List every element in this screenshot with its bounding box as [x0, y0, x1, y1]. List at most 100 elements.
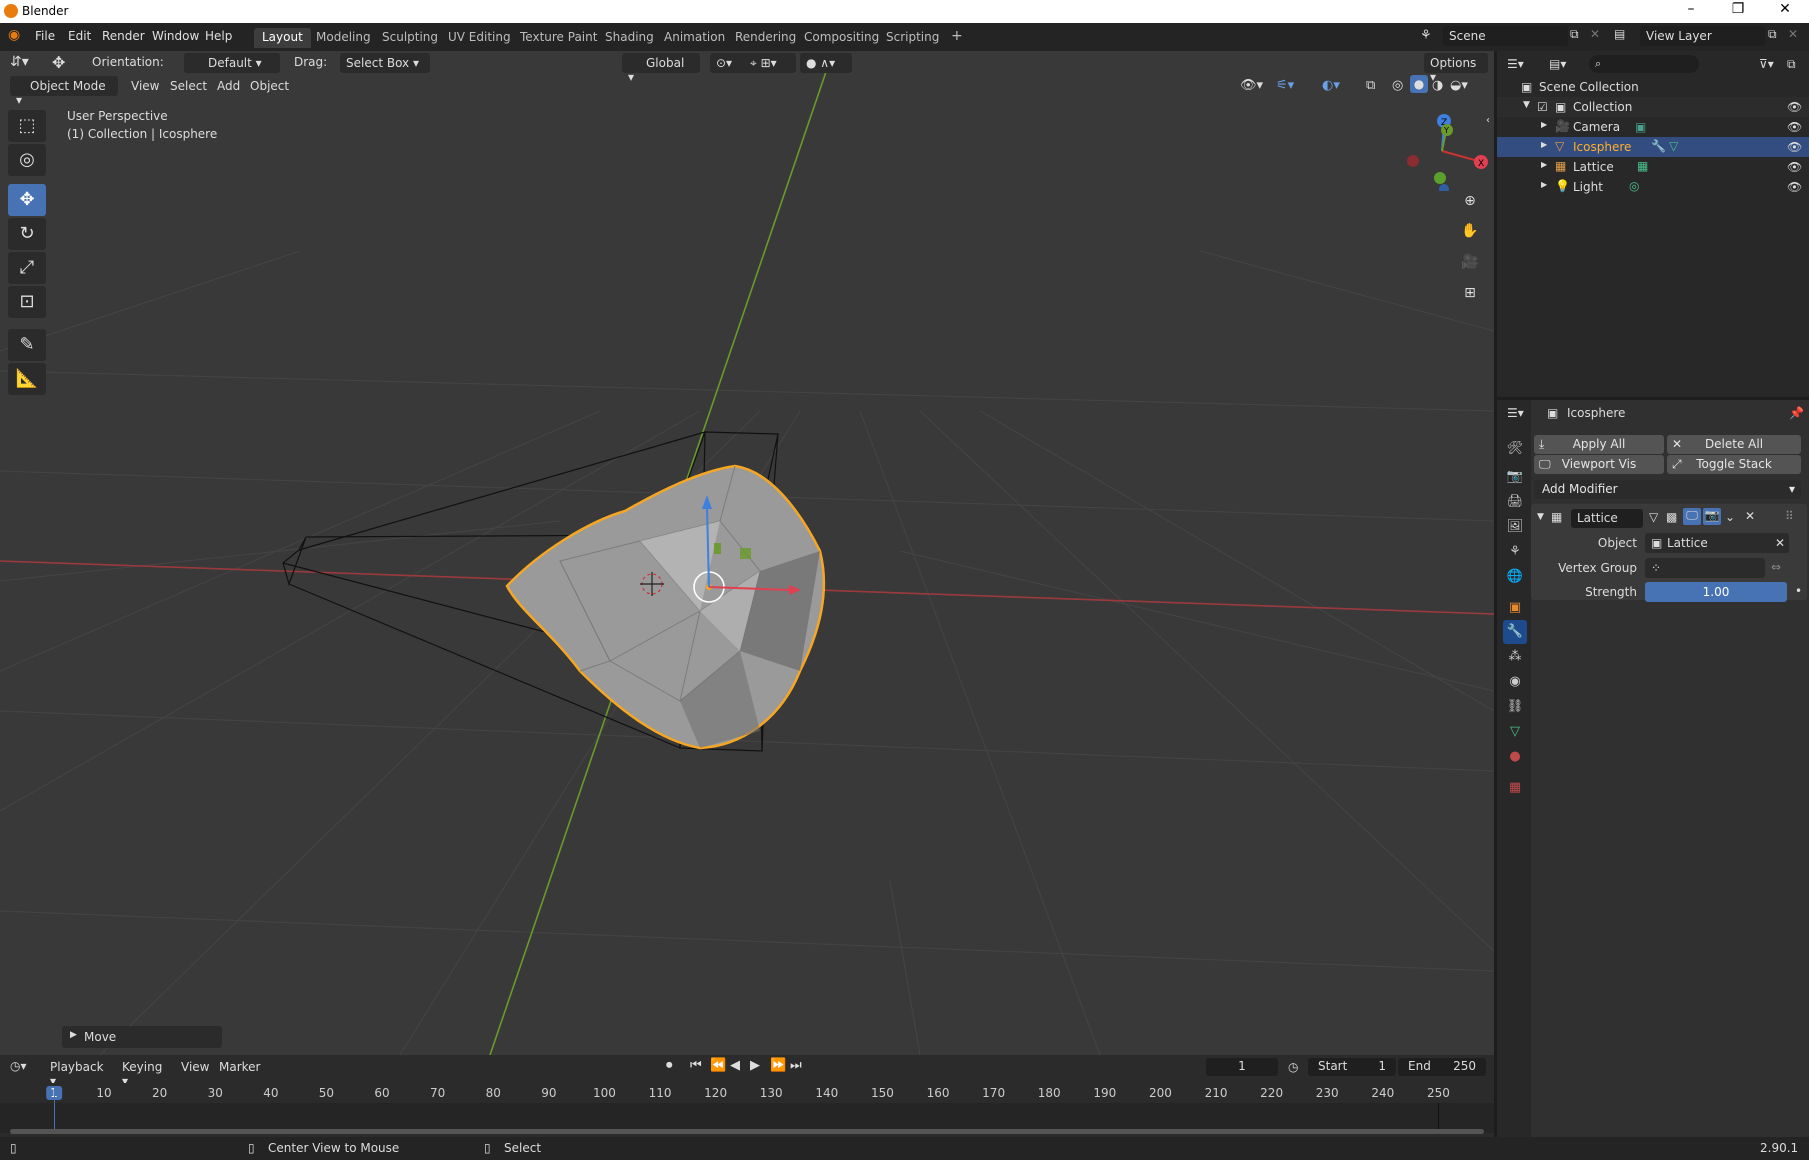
drag-dropdown[interactable]: Select Box ▾ [340, 53, 430, 73]
move-tool[interactable]: ✥ [8, 184, 46, 216]
material-tab-icon[interactable]: ● [1503, 745, 1527, 769]
pin-icon[interactable]: 📌 [1789, 406, 1804, 420]
solid-shading-icon[interactable]: ● [1410, 75, 1428, 93]
strength-slider[interactable]: 1.00 [1645, 582, 1787, 602]
pan-hand-icon[interactable]: ✋ [1457, 218, 1483, 244]
playback-menu[interactable]: Playback ▾ [44, 1057, 112, 1088]
outliner-row-scene-collection[interactable]: ▣ Scene Collection [1497, 77, 1809, 97]
outliner-search-input[interactable] [1589, 55, 1699, 73]
visibility-eye-icon[interactable]: 👁 [1787, 180, 1802, 194]
timeline-scrollbar[interactable] [10, 1129, 1484, 1134]
delete-all-button[interactable]: ✕ Delete All [1667, 435, 1801, 454]
clear-field-icon[interactable]: ✕ [1775, 536, 1785, 550]
view-layer-icon[interactable]: ▤ [1614, 27, 1625, 41]
menu-view[interactable]: View [131, 79, 159, 93]
measure-tool[interactable]: 📐 [8, 363, 46, 395]
vertex-group-field[interactable] [1645, 558, 1765, 578]
rotate-tool[interactable]: ↻ [8, 218, 46, 250]
annotate-tool[interactable]: ✎ [8, 329, 46, 361]
texture-tab-icon[interactable]: ▦ [1503, 776, 1527, 800]
output-tab-icon[interactable]: 🖨 [1503, 490, 1527, 514]
tab-animation[interactable]: Animation [656, 28, 733, 48]
view-layer-tab-icon[interactable]: 🖼 [1503, 515, 1527, 539]
menu-file[interactable]: File [35, 29, 55, 43]
expand-arrow-icon[interactable]: ▶ [1541, 180, 1547, 189]
show-viewport-icon[interactable]: 🖵 [1683, 508, 1701, 525]
overlay-toggle-icon[interactable]: ◐▾ [1322, 78, 1340, 93]
material-preview-icon[interactable]: ◑ [1432, 78, 1443, 93]
visibility-eye-icon[interactable]: 👁 [1787, 160, 1802, 174]
editor-type-icon[interactable]: ☰▾ [1507, 406, 1524, 420]
outliner-row-collection[interactable]: ▼ ☑ ▣ Collection 👁 [1497, 97, 1809, 117]
show-render-icon[interactable]: 📷 [1703, 508, 1721, 525]
visibility-eye-icon[interactable]: 👁 [1787, 100, 1802, 114]
menu-object[interactable]: Object [250, 79, 289, 93]
play-icon[interactable]: ▶ [750, 1058, 760, 1073]
render-tab-icon[interactable]: 📷 [1503, 465, 1527, 489]
expand-arrow-icon[interactable]: ▶ [1541, 120, 1547, 129]
toggle-stack-button[interactable]: ⤢ Toggle Stack [1667, 455, 1801, 474]
new-view-layer-icon[interactable]: ⧉ [1768, 27, 1777, 42]
play-reverse-icon[interactable]: ◀ [730, 1058, 740, 1073]
visibility-eye-icon[interactable]: 👁 [1787, 120, 1802, 134]
tab-layout[interactable]: Layout [254, 28, 311, 48]
delete-view-layer-icon[interactable]: ✕ [1788, 27, 1798, 41]
data-tab-icon[interactable]: ▽ [1503, 720, 1527, 744]
orientation-dropdown[interactable]: Default ▾ [184, 53, 280, 73]
navigation-gizmo[interactable]: X Z Y [1398, 111, 1488, 191]
modifier-name-field[interactable]: Lattice [1571, 509, 1643, 528]
viewport-vis-button[interactable]: 🖵 Viewport Vis [1534, 455, 1664, 474]
options-dropdown[interactable]: Options ▾ [1424, 53, 1488, 84]
tab-rendering[interactable]: Rendering [727, 28, 804, 48]
world-tab-icon[interactable]: 🌐 [1503, 565, 1527, 589]
invert-toggle-icon[interactable]: ⇔ [1771, 560, 1781, 574]
add-workspace-button[interactable]: + [943, 26, 971, 46]
prev-keyframe-icon[interactable]: ⏪ [710, 1058, 726, 1073]
menu-view[interactable]: View [181, 1060, 209, 1074]
display-mode-icon[interactable]: ▤▾ [1549, 57, 1566, 71]
next-keyframe-icon[interactable]: ⏩ [770, 1058, 786, 1073]
scene-icon[interactable]: ⚘ [1420, 28, 1432, 43]
blender-menu-icon[interactable]: ◉ [8, 27, 20, 43]
zoom-icon[interactable]: ⊕ [1457, 188, 1483, 214]
3d-viewport[interactable]: ⇵▾ ✥ Orientation: Default ▾ Drag: Select… [0, 51, 1494, 1055]
outliner-row-camera[interactable]: ▶ 🎥 Camera ▣ 👁 [1497, 117, 1809, 137]
visibility-eye-icon[interactable]: 👁 [1787, 140, 1802, 154]
tab-shading[interactable]: Shading [597, 28, 662, 48]
scene-name-field[interactable]: Scene [1443, 26, 1568, 46]
object-field[interactable]: Lattice [1645, 533, 1789, 553]
modifier-menu-chevron-icon[interactable]: ⌄ [1725, 510, 1735, 524]
gizmo-toggle-icon[interactable]: ⚟▾ [1276, 78, 1294, 93]
timeline-editor-icon[interactable]: ◷▾ [10, 1059, 27, 1073]
menu-render[interactable]: Render [102, 29, 145, 43]
transform-tool[interactable]: ⊡ [8, 286, 46, 318]
tab-uv-editing[interactable]: UV Editing [440, 28, 519, 48]
view-layer-field[interactable]: View Layer [1640, 26, 1765, 46]
menu-window[interactable]: Window [152, 29, 199, 43]
edit-mode-toggle-icon[interactable]: ▽ [1649, 510, 1658, 524]
on-cage-toggle-icon[interactable]: ▩ [1666, 510, 1677, 524]
last-operator-panel[interactable]: ▶ Move [62, 1026, 222, 1048]
menu-add[interactable]: Add [217, 79, 240, 93]
sidebar-toggle-icon[interactable]: ‹ [1486, 115, 1490, 126]
scene-tab-icon[interactable]: ⚘ [1503, 540, 1527, 564]
physics-tab-icon[interactable]: ◉ [1503, 670, 1527, 694]
expand-arrow-icon[interactable]: ▶ [1541, 160, 1547, 169]
transform-orientation-dropdown[interactable]: Global ▾ [622, 53, 700, 84]
start-frame-field[interactable]: Start 1 [1308, 1058, 1396, 1076]
new-scene-icon[interactable]: ⧉ [1570, 27, 1579, 42]
filter-icon[interactable]: ⊽▾ [1759, 57, 1774, 71]
proportional-edit-toggle[interactable]: ● ∧▾ [800, 53, 852, 73]
editor-type-icon[interactable]: ☰▾ [1507, 57, 1524, 71]
tool-settings-icon[interactable]: ⇵▾ [10, 54, 29, 70]
keying-menu[interactable]: Keying ▾ [116, 1057, 174, 1088]
snap-toggle[interactable]: ⌖ ⊞▾ [744, 53, 796, 73]
clock-icon[interactable]: ◷ [1288, 1060, 1298, 1074]
select-box-tool[interactable]: ⬚ [8, 110, 46, 142]
jump-end-icon[interactable]: ⏭ [790, 1058, 802, 1073]
add-modifier-dropdown[interactable]: Add Modifier ▾ [1534, 480, 1801, 499]
tab-modeling[interactable]: Modeling [308, 28, 379, 48]
scale-tool[interactable]: ⤢ [8, 252, 46, 284]
menu-edit[interactable]: Edit [68, 29, 91, 43]
cursor-tool[interactable]: ◎ [8, 144, 46, 176]
